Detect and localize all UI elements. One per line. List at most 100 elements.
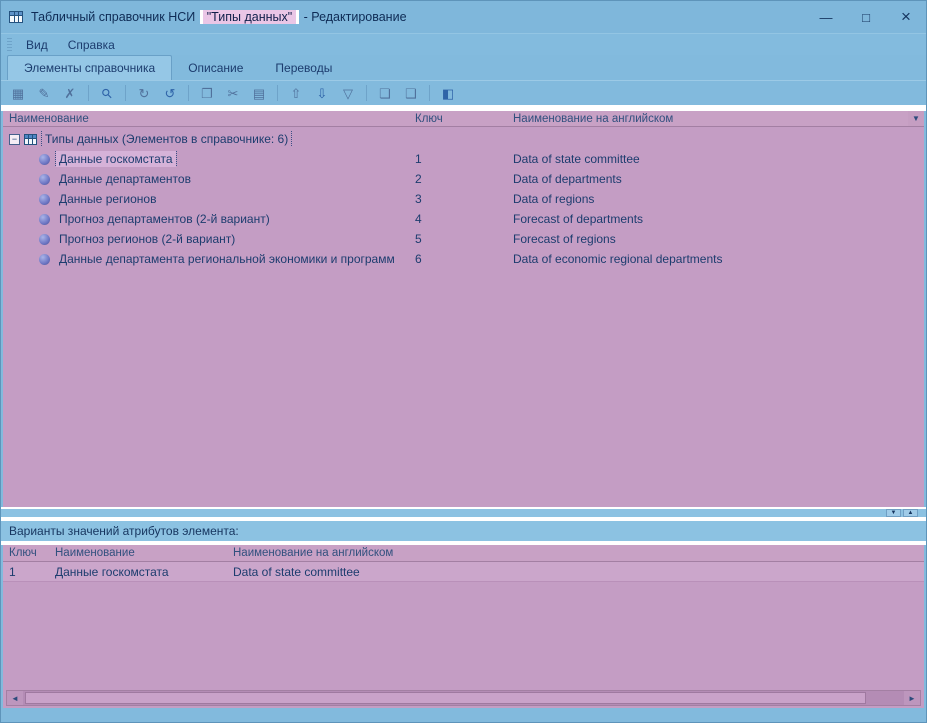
edit-record-button[interactable]: ✎	[31, 82, 57, 104]
row-name: Данные департамента региональной экономи…	[56, 251, 398, 267]
column-header-name-en[interactable]: Наименование на английском	[227, 547, 924, 559]
bottom-panel-title: Варианты значений атрибутов элемента:	[1, 517, 926, 545]
table-row[interactable]: Прогноз департаментов (2-й вариант) 4 Fo…	[3, 209, 924, 229]
row-name-en: Data of state committee	[507, 152, 924, 166]
window-title-suffix: - Редактирование	[300, 10, 406, 24]
filter-icon: ▽	[343, 87, 353, 100]
row-key: 1	[3, 565, 49, 579]
horizontal-scrollbar[interactable]: ◄ ►	[6, 690, 921, 706]
paste-icon: ▤	[253, 87, 265, 100]
scroll-right-button[interactable]: ►	[904, 691, 920, 705]
bottom-table-empty-area	[3, 582, 924, 690]
column-header-name[interactable]: Наименование	[49, 547, 227, 559]
table-row[interactable]: Данные регионов 3 Data of regions	[3, 189, 924, 209]
toolbar: ▦ ✎ ✗ ⚲ ↻ ↺ ❐ ✂ ▤ ⇧ ⇩ ▽ ❏ ❑ ◧	[1, 81, 926, 105]
table-row[interactable]: Данные департамента региональной экономи…	[3, 249, 924, 269]
menu-grip	[7, 38, 12, 52]
item-bullet-icon	[39, 154, 50, 165]
edit-record-icon: ✎	[39, 87, 50, 100]
collapse-expander-icon[interactable]: −	[9, 134, 20, 145]
refresh-all-button[interactable]: ↺	[157, 82, 183, 104]
row-name: Данные госкомстата	[49, 565, 227, 579]
row-name: Данные департаментов	[56, 171, 194, 187]
scroll-left-button[interactable]: ◄	[7, 691, 23, 705]
tree-grid: − Типы данных (Элементов в справочнике: …	[3, 127, 924, 507]
titlebar[interactable]: Табличный справочник НСИ "Типы данных" -…	[1, 1, 926, 33]
table-row[interactable]: Прогноз регионов (2-й вариант) 5 Forecas…	[3, 229, 924, 249]
toolbar-separator	[125, 85, 126, 101]
item-bullet-icon	[39, 194, 50, 205]
tree-root-label: Типы данных (Элементов в справочнике: 6)	[42, 131, 291, 147]
search-icon: ⚲	[99, 85, 115, 101]
row-name: Данные регионов	[56, 191, 159, 207]
close-button[interactable]: ×	[886, 1, 926, 33]
row-key: 5	[409, 232, 507, 246]
column-header-name[interactable]: Наименование	[3, 113, 409, 125]
title-highlight: "Типы данных"	[200, 10, 299, 24]
row-key: 4	[409, 212, 507, 226]
move-down-icon: ⇩	[317, 87, 328, 100]
add-record-icon: ▦	[12, 87, 24, 100]
tab-elements[interactable]: Элементы справочника	[7, 55, 172, 80]
column-chooser-button[interactable]: ▼	[908, 111, 924, 126]
toolbar-separator	[188, 85, 189, 101]
column-header-name-en[interactable]: Наименование на английском	[507, 113, 908, 125]
row-name-en: Forecast of regions	[507, 232, 924, 246]
item-bullet-icon	[39, 254, 50, 265]
table-row[interactable]: 1 Данные госкомстата Data of state commi…	[3, 562, 924, 582]
item-bullet-icon	[39, 174, 50, 185]
add-record-button[interactable]: ▦	[5, 82, 31, 104]
attribute-values-table: Ключ Наименование Наименование на англий…	[3, 545, 924, 708]
move-up-icon: ⇧	[291, 87, 302, 100]
window-title-prefix: Табличный справочник НСИ	[31, 10, 199, 24]
row-name-en: Data of economic regional departments	[507, 252, 924, 266]
cut-button[interactable]: ✂	[220, 82, 246, 104]
expand-panel-button[interactable]: ▲	[903, 509, 918, 517]
table-row[interactable]: Данные госкомстата 1 Data of state commi…	[3, 149, 924, 169]
tree-grid-header: Наименование Ключ Наименование на англий…	[3, 111, 924, 127]
column-header-key[interactable]: Ключ	[409, 113, 507, 125]
clear-icon: ◧	[442, 87, 454, 100]
minimize-button[interactable]: —	[806, 1, 846, 33]
bottom-table-header: Ключ Наименование Наименование на англий…	[3, 545, 924, 562]
filter-button[interactable]: ▽	[335, 82, 361, 104]
tab-translations[interactable]: Переводы	[259, 56, 348, 80]
scrollbar-thumb[interactable]	[25, 692, 866, 704]
directory-icon	[24, 134, 37, 145]
tree-root-row[interactable]: − Типы данных (Элементов в справочнике: …	[3, 129, 924, 149]
scrollbar-track[interactable]	[23, 691, 904, 705]
refresh-button[interactable]: ↻	[131, 82, 157, 104]
move-down-button[interactable]: ⇩	[309, 82, 335, 104]
delete-record-button[interactable]: ✗	[57, 82, 83, 104]
duplicate-button[interactable]: ❑	[398, 82, 424, 104]
tabstrip: Элементы справочника Описание Переводы	[1, 55, 926, 81]
move-up-button[interactable]: ⇧	[283, 82, 309, 104]
tab-description[interactable]: Описание	[172, 56, 259, 80]
report-icon: ❏	[379, 87, 391, 100]
panel-splitter[interactable]: ▼ ▲	[1, 507, 926, 517]
clear-button[interactable]: ◧	[435, 82, 461, 104]
menu-view[interactable]: Вид	[16, 36, 58, 54]
row-name-en: Data of departments	[507, 172, 924, 186]
window-controls: — □ ×	[806, 1, 926, 33]
duplicate-icon: ❑	[405, 87, 417, 100]
refresh-all-icon: ↺	[165, 87, 176, 100]
column-header-key[interactable]: Ключ	[3, 547, 49, 559]
menu-help[interactable]: Справка	[58, 36, 125, 54]
toolbar-separator	[429, 85, 430, 101]
cut-icon: ✂	[228, 87, 239, 100]
maximize-button[interactable]: □	[846, 1, 886, 33]
toolbar-separator	[88, 85, 89, 101]
table-row[interactable]: Данные департаментов 2 Data of departmen…	[3, 169, 924, 189]
report-button[interactable]: ❏	[372, 82, 398, 104]
delete-record-icon: ✗	[65, 87, 76, 100]
app-window: Табличный справочник НСИ "Типы данных" -…	[0, 0, 927, 723]
collapse-panel-button[interactable]: ▼	[886, 509, 901, 517]
search-button[interactable]: ⚲	[94, 82, 120, 104]
copy-icon: ❐	[201, 87, 213, 100]
toolbar-separator	[277, 85, 278, 101]
paste-button[interactable]: ▤	[246, 82, 272, 104]
row-key: 1	[409, 152, 507, 166]
copy-button[interactable]: ❐	[194, 82, 220, 104]
toolbar-separator	[366, 85, 367, 101]
